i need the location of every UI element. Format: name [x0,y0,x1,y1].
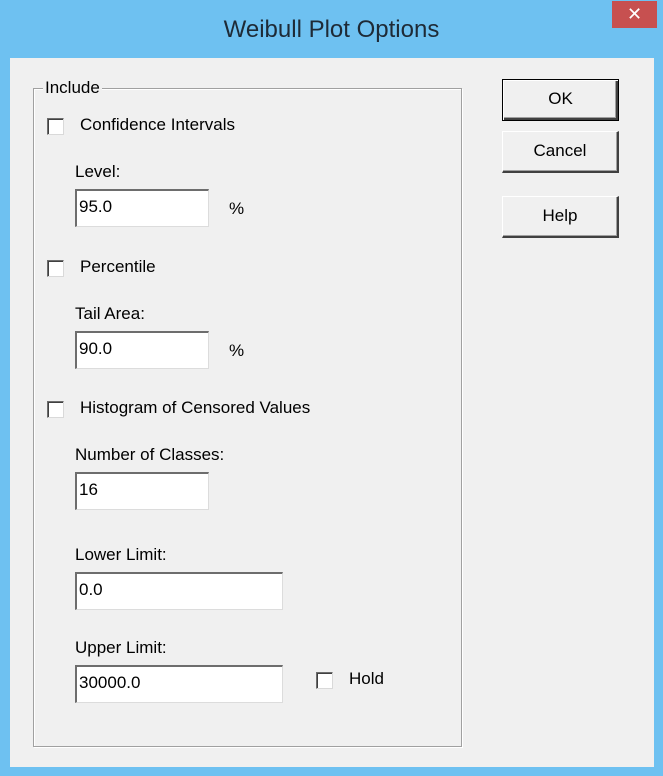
upper-limit-label: Upper Limit: [75,638,167,657]
ok-button[interactable]: OK [502,79,619,121]
cancel-button[interactable]: Cancel [502,131,619,173]
title-bar[interactable]: Weibull Plot Options [0,0,663,58]
level-unit: % [229,199,245,218]
number-of-classes-input[interactable]: 16 [75,472,209,510]
histogram-checkbox[interactable] [47,401,64,418]
lower-limit-input[interactable]: 0.0 [75,572,283,610]
upper-limit-input[interactable]: 30000.0 [75,665,283,703]
confidence-intervals-label[interactable]: Confidence Intervals [80,115,235,135]
tail-area-input[interactable]: 90.0 [75,331,209,369]
level-input[interactable]: 95.0 [75,189,209,227]
hold-checkbox[interactable] [316,672,333,689]
dialog-client-area: Include Confidence Intervals Level: 95.0… [10,58,654,767]
close-button[interactable]: ✕ [612,1,657,28]
help-button[interactable]: Help [502,196,619,238]
close-icon: ✕ [626,4,643,24]
dialog-window: Weibull Plot Options ✕ Include Confidenc… [0,0,663,776]
percentile-checkbox[interactable] [47,260,64,277]
confidence-intervals-checkbox[interactable] [47,118,64,135]
tail-area-label: Tail Area: [75,304,145,323]
include-group-label: Include [43,78,102,98]
hold-label[interactable]: Hold [349,669,384,689]
histogram-label[interactable]: Histogram of Censored Values [80,398,310,418]
lower-limit-label: Lower Limit: [75,545,167,564]
number-of-classes-label: Number of Classes: [75,445,225,464]
tail-area-unit: % [229,341,245,360]
percentile-label[interactable]: Percentile [80,257,156,277]
window-title: Weibull Plot Options [223,16,440,43]
level-label: Level: [75,162,121,181]
